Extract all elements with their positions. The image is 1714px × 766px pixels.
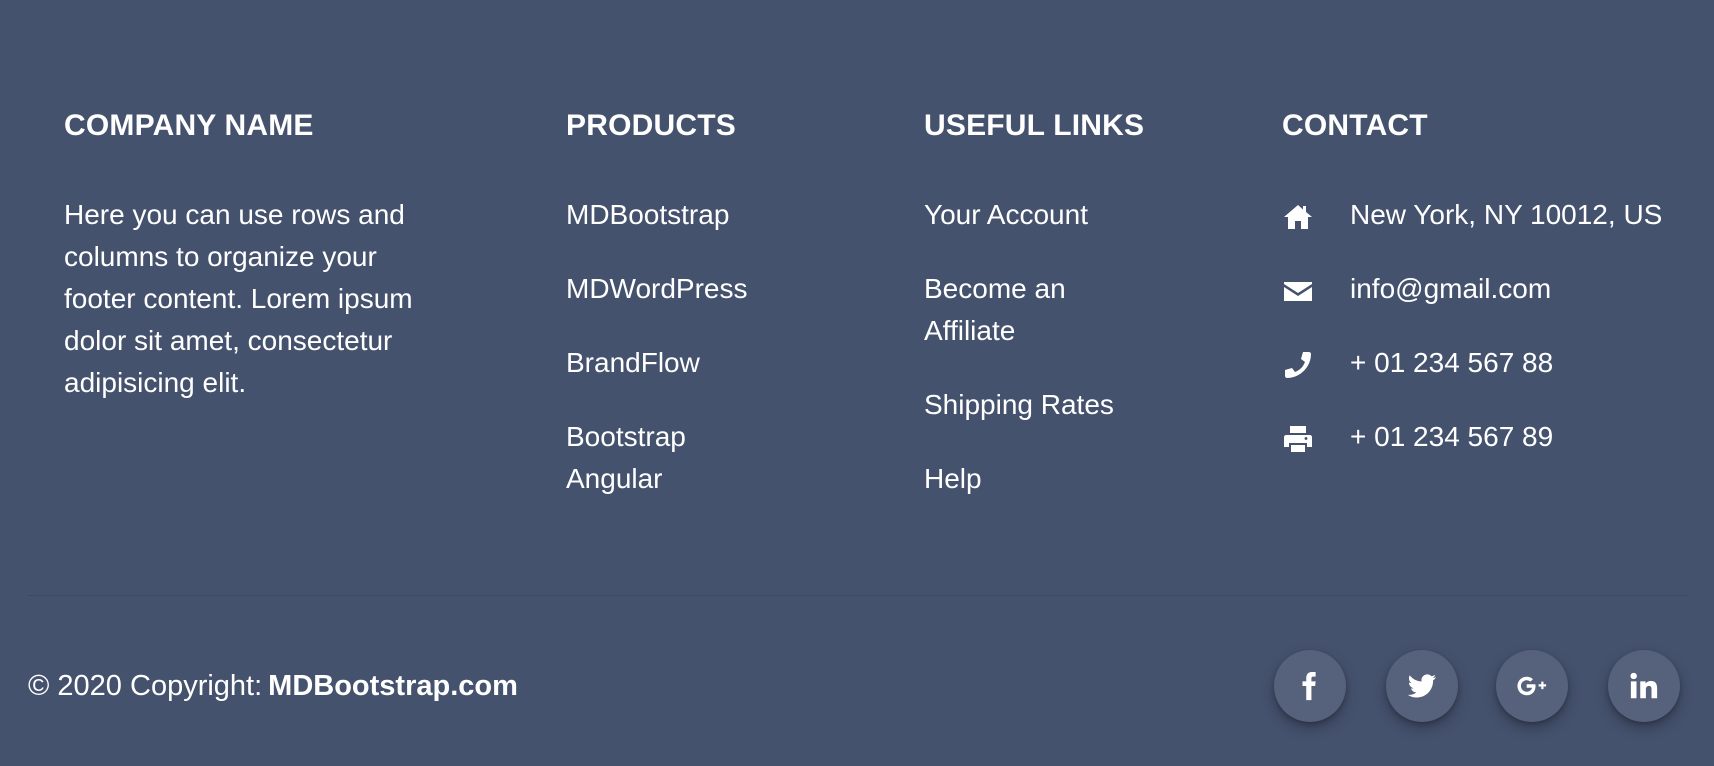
facebook-button[interactable] xyxy=(1274,650,1346,722)
copyright-brand-link[interactable]: MDBootstrap.com xyxy=(268,670,518,702)
twitter-button[interactable] xyxy=(1386,650,1458,722)
copyright-text: © 2020 Copyright: xyxy=(28,670,263,702)
contact-fax: + 01 234 567 89 xyxy=(1282,416,1682,458)
linkedin-icon xyxy=(1630,672,1658,699)
products-column: PRODUCTS MDBootstrap MDWordPress BrandFl… xyxy=(566,104,816,532)
link-help[interactable]: Help xyxy=(924,458,1174,500)
linkedin-button[interactable] xyxy=(1608,650,1680,722)
contact-email-text: info@gmail.com xyxy=(1350,273,1552,304)
company-heading: COMPANY NAME xyxy=(64,109,314,142)
useful-links-heading: USEFUL LINKS xyxy=(924,109,1145,142)
contact-phone-text: + 01 234 567 88 xyxy=(1350,347,1554,378)
copyright: © 2020 Copyright: MDBootstrap.com xyxy=(28,666,518,706)
contact-column: CONTACT New York, NY 10012, US info@gmai… xyxy=(1282,104,1682,490)
contact-heading: CONTACT xyxy=(1282,109,1428,142)
contact-address: New York, NY 10012, US xyxy=(1282,194,1682,236)
products-heading: PRODUCTS xyxy=(566,109,736,142)
google-plus-icon xyxy=(1517,676,1547,696)
facebook-icon xyxy=(1302,671,1316,701)
envelope-icon xyxy=(1282,275,1330,307)
link-become-affiliate[interactable]: Become an Affiliate xyxy=(924,268,1084,352)
print-icon xyxy=(1282,423,1330,455)
contact-email: info@gmail.com xyxy=(1282,268,1682,310)
twitter-icon xyxy=(1407,674,1437,698)
useful-links-column: USEFUL LINKS Your Account Become an Affi… xyxy=(924,104,1174,532)
link-shipping-rates[interactable]: Shipping Rates xyxy=(924,384,1174,426)
phone-icon xyxy=(1282,349,1330,381)
company-column: COMPANY NAME Here you can use rows and c… xyxy=(64,104,454,404)
contact-address-text: New York, NY 10012, US xyxy=(1350,199,1663,230)
contact-phone: + 01 234 567 88 xyxy=(1282,342,1682,384)
product-link-bootstrap-angular[interactable]: Bootstrap Angular xyxy=(566,416,716,500)
contact-fax-text: + 01 234 567 89 xyxy=(1350,421,1554,452)
google-plus-button[interactable] xyxy=(1496,650,1568,722)
product-link-mdbootstrap[interactable]: MDBootstrap xyxy=(566,194,816,236)
company-description: Here you can use rows and columns to org… xyxy=(64,199,413,398)
footer-divider xyxy=(28,595,1688,596)
product-link-mdwordpress[interactable]: MDWordPress xyxy=(566,268,816,310)
link-your-account[interactable]: Your Account xyxy=(924,194,1174,236)
product-link-brandflow[interactable]: BrandFlow xyxy=(566,342,816,384)
home-icon xyxy=(1282,201,1330,233)
